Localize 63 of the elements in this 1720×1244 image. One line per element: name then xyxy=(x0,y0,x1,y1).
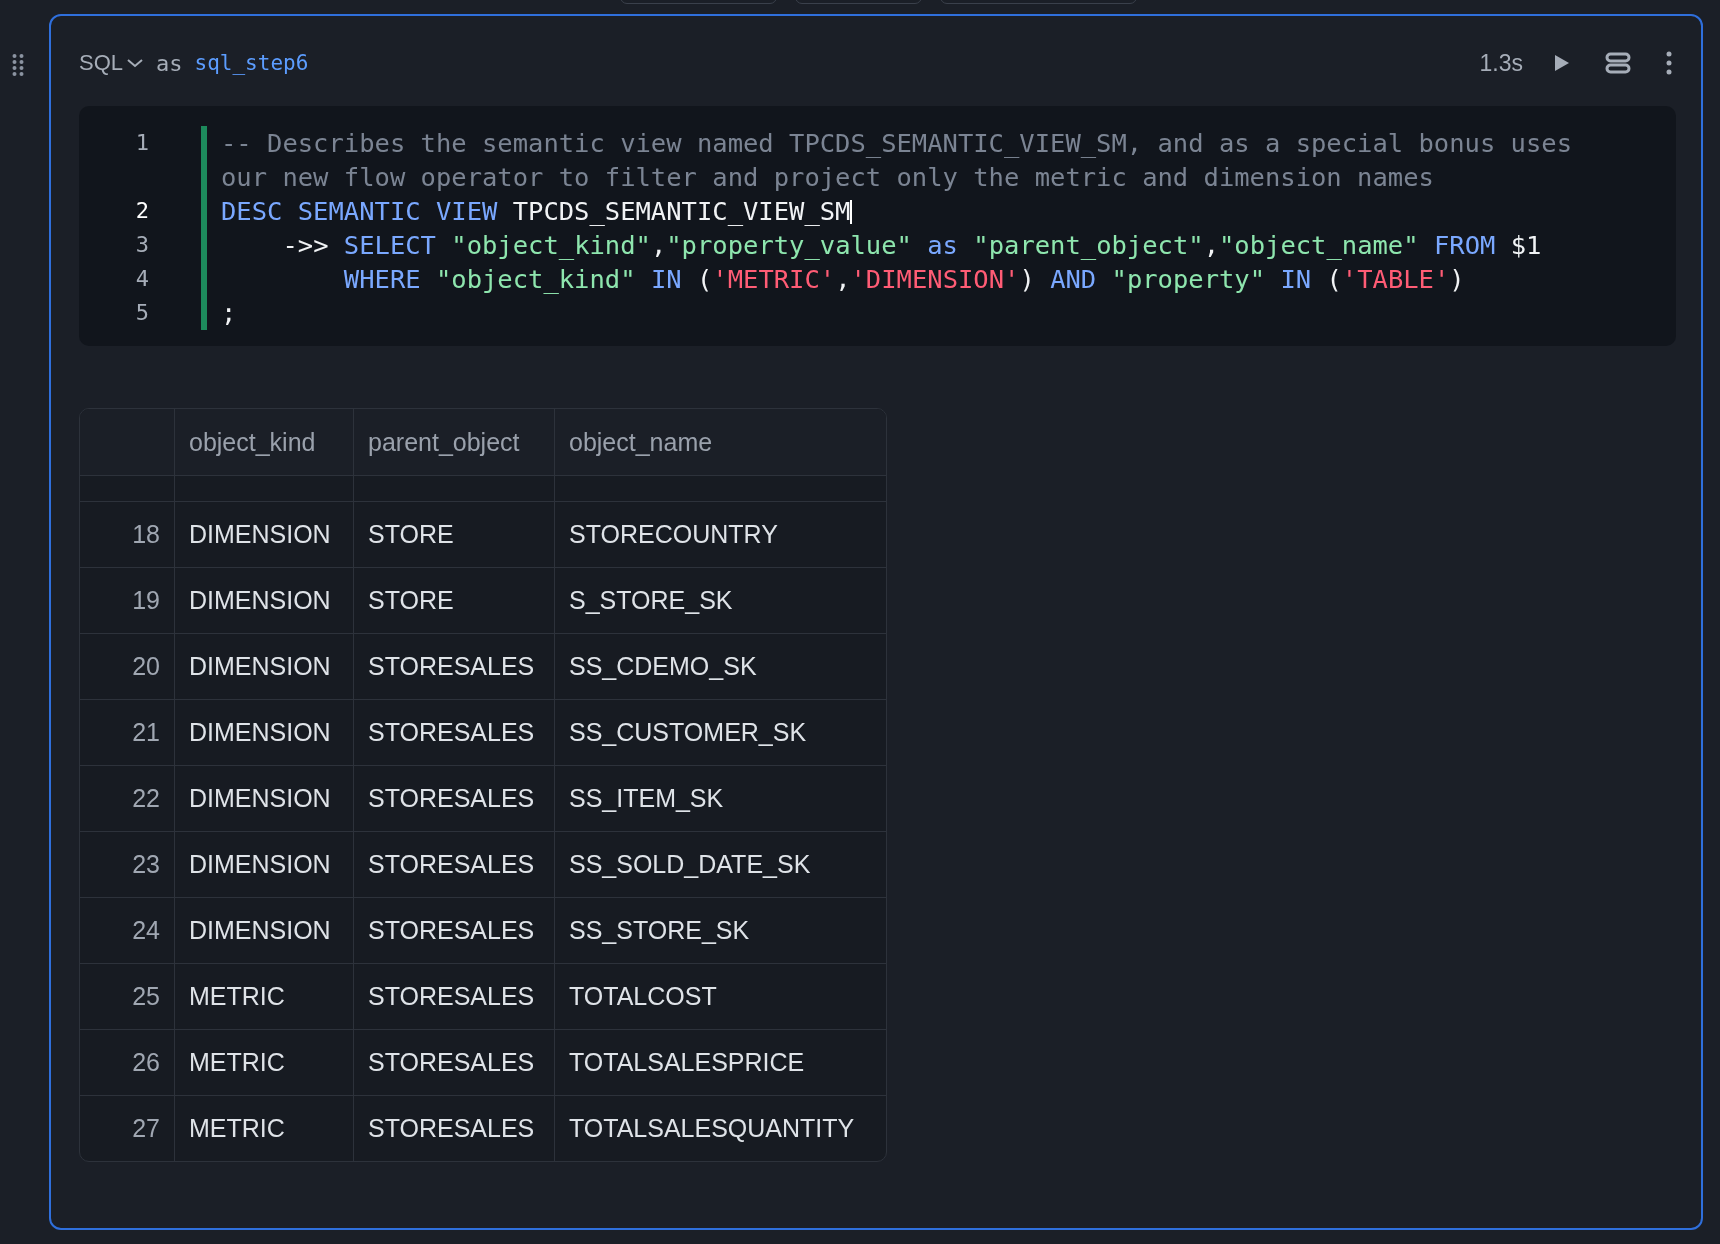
row-number: 18 xyxy=(131,519,161,550)
table-cell: STORESALES xyxy=(353,1096,554,1161)
table-cell: TOTALCOST xyxy=(554,964,886,1029)
line-number: 1 xyxy=(134,129,150,157)
table-cell: S_STORE_SK xyxy=(554,568,886,633)
row-number: 25 xyxy=(131,981,161,1012)
row-number: 21 xyxy=(131,717,161,748)
row-number: 20 xyxy=(131,651,161,682)
line-number: 5 xyxy=(134,299,150,327)
table-cell: STORESALES xyxy=(353,766,554,831)
table-cell: SS_CUSTOMER_SK xyxy=(554,700,886,765)
table-cell: SS_CDEMO_SK xyxy=(554,634,886,699)
table-cell: METRIC xyxy=(174,1096,353,1161)
row-number: 26 xyxy=(131,1047,161,1078)
layout-icon[interactable] xyxy=(1605,52,1631,74)
row-number: 24 xyxy=(131,915,161,946)
code-line: -- Describes the semantic view named TPCDS_SEMANTIC_VIEW_SM, and as a special bonus uses our new flow operator to filter and project only the metric and dimension names xyxy=(221,127,1573,194)
table-cell: DIMENSION xyxy=(174,832,353,897)
table-cell: STORE xyxy=(353,568,554,633)
chevron-down-icon xyxy=(126,57,145,69)
table-cell: METRIC xyxy=(174,1030,353,1095)
table-cell: DIMENSION xyxy=(174,634,353,699)
row-number: 27 xyxy=(131,1113,161,1144)
row-number: 19 xyxy=(131,585,161,616)
line-number: 4 xyxy=(134,265,150,293)
code-editor[interactable] xyxy=(79,106,1676,346)
column-header[interactable]: parent_object xyxy=(353,409,554,475)
table-cell: SS_ITEM_SK xyxy=(554,766,886,831)
row-number: 23 xyxy=(131,849,161,880)
table-cell: SS_SOLD_DATE_SK xyxy=(554,832,886,897)
table-cell: METRIC xyxy=(174,964,353,1029)
table-cell: STORESALES xyxy=(353,1030,554,1095)
table-cell: STORESALES xyxy=(353,964,554,1029)
column-header[interactable]: object_kind xyxy=(174,409,353,475)
drag-handle-icon[interactable] xyxy=(12,53,24,77)
table-cell: DIMENSION xyxy=(174,898,353,963)
column-header[interactable]: object_name xyxy=(554,409,886,475)
table-cell: DIMENSION xyxy=(174,568,353,633)
table-cell: STORESALES xyxy=(353,832,554,897)
table-cell: STORECOUNTRY xyxy=(554,502,886,567)
table-cell: SS_STORE_SK xyxy=(554,898,886,963)
duration-label: 1.3s xyxy=(1479,49,1523,77)
row-number: 22 xyxy=(131,783,161,814)
table-cell: TOTALSALESQUANTITY xyxy=(554,1096,886,1161)
run-icon[interactable] xyxy=(1553,53,1571,73)
table-cell: STORESALES xyxy=(353,634,554,699)
line-number: 2 xyxy=(134,197,150,225)
code-line: ; xyxy=(221,297,238,330)
code-line: WHERE "object_kind" IN ('METRIC','DIMENSION') AND "property" IN ('TABLE') xyxy=(342,263,1466,296)
table-cell: DIMENSION xyxy=(174,700,353,765)
line-number: 3 xyxy=(134,231,150,259)
table-cell: STORESALES xyxy=(353,898,554,963)
as-label: as xyxy=(156,50,183,76)
code-line: DESC SEMANTIC VIEW TPCDS_SEMANTIC_VIEW_SM xyxy=(221,195,854,228)
cell-name[interactable]: sql_step6 xyxy=(194,51,309,75)
table-cell: DIMENSION xyxy=(174,502,353,567)
table-cell: TOTALSALESPRICE xyxy=(554,1030,886,1095)
table-cell: STORE xyxy=(353,502,554,567)
language-dropdown[interactable]: SQL xyxy=(79,50,145,76)
more-icon[interactable] xyxy=(1665,51,1673,75)
table-cell: STORESALES xyxy=(353,700,554,765)
code-line: ->> SELECT "object_kind","property_value" as "parent_object","object_name" FROM $1 xyxy=(281,229,1543,262)
table-cell: DIMENSION xyxy=(174,766,353,831)
